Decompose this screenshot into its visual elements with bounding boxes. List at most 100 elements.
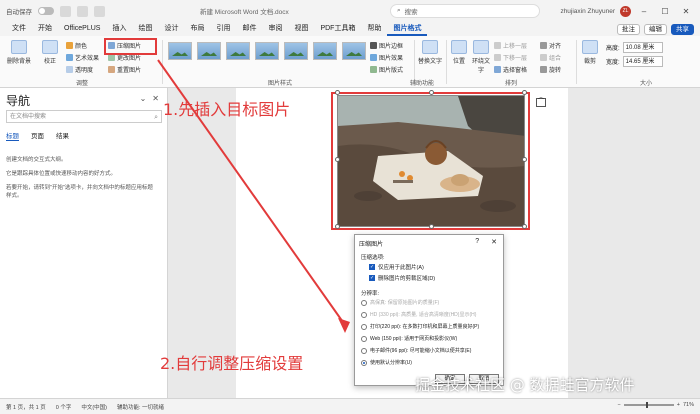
share-button[interactable]: 共享 [671,23,694,35]
resize-handle[interactable] [522,224,527,229]
height-field: 高度: 10.08 厘米 [606,42,663,53]
nav-help-text-1: 创建文档的交互式大纲。 [6,157,67,163]
nav-tab-headings[interactable]: 标题 [6,130,19,141]
help-icon[interactable]: ? [475,238,479,246]
tab-help[interactable]: 帮助 [361,22,387,36]
picnic-photo[interactable] [337,95,525,227]
edit-button[interactable]: 编辑 [644,23,667,35]
divider [576,40,577,84]
height-input[interactable]: 10.08 厘米 [622,42,663,53]
delete-cropped-areas-checkbox[interactable]: ✓ 删除图片的剪裁区域(D) [369,274,435,282]
rotate-button[interactable]: 旋转 [540,65,561,74]
tab-home[interactable]: 开始 [32,22,58,36]
radio-high-fidelity[interactable]: 高保真: 保留原始图片的质量(F) [361,299,439,306]
user-name[interactable]: zhujiaxin Zhuyuner [560,8,615,15]
redo-icon[interactable] [94,5,105,17]
close-icon[interactable]: ✕ [678,7,694,16]
undo-icon[interactable] [77,5,88,17]
language-status[interactable]: 中文(中国) [81,403,107,411]
transparency-button[interactable]: 透明度 [66,65,93,74]
tab-draw[interactable]: 绘图 [132,22,158,36]
annotation-arrows [157,59,350,333]
reset-picture-button[interactable]: 重置图片 [108,65,141,74]
radio-hd[interactable]: HD (330 ppi): 高质量, 适合高清晰度(HD)显示(H) [361,311,476,318]
minimize-icon[interactable]: – [636,7,652,16]
adjust-group-label: 调整 [76,81,89,87]
tab-picture-format[interactable]: 图片格式 [387,22,428,36]
accessibility-group-label: 辅助功能 [410,81,435,87]
artistic-effects-icon [66,54,73,61]
bring-forward-button[interactable]: 上移一层 [494,41,527,50]
tab-layout[interactable]: 布局 [184,22,210,36]
selection-pane-button[interactable]: 选择窗格 [494,65,527,74]
compress-pictures-dialog: 压缩图片 ? ✕ 压缩选项: ✓ 仅应用于此图片(A) ✓ 删除图片的剪裁区域(D)… [354,234,504,386]
width-field: 宽度: 14.65 厘米 [606,56,663,67]
search-icon: ⌕ [397,7,401,14]
nav-tab-results[interactable]: 结果 [56,130,69,141]
width-input[interactable]: 14.65 厘米 [622,56,663,67]
nav-tab-pages[interactable]: 页面 [31,130,44,141]
maximize-icon[interactable]: ☐ [657,7,673,16]
radio-email[interactable]: 电子邮件(96 ppi): 尽可能缩小文档以便共享(E) [361,347,471,354]
chevron-down-icon[interactable]: ⌄ [140,94,147,103]
apply-only-this-checkbox[interactable]: ✓ 仅应用于此图片(A) [369,263,424,271]
group-icon [540,54,547,61]
picture-effects-button[interactable]: 图片效果 [370,53,403,62]
avatar[interactable]: ZL [620,5,631,17]
alt-text-icon [422,40,438,54]
rotate-icon [540,66,547,73]
tab-officeplus[interactable]: OfficePLUS [58,22,106,36]
resize-handle[interactable] [522,90,527,95]
wrap-text-button[interactable]: 环绕文字 [471,40,491,74]
tab-mailings[interactable]: 邮件 [236,22,262,36]
tab-references[interactable]: 引用 [210,22,236,36]
crop-button[interactable]: 裁剪 [580,40,600,65]
artistic-effects-button[interactable]: 艺术效果 [66,53,99,62]
tab-design[interactable]: 设计 [158,22,184,36]
resize-handle[interactable] [429,224,434,229]
radio-web[interactable]: Web (150 ppi): 适用于网页和投影仪(W) [361,335,457,342]
search-input[interactable]: ⌕ 搜索 [390,4,540,18]
autosave-toggle[interactable] [38,7,54,15]
position-button[interactable]: 位置 [449,40,469,65]
transparency-icon [66,66,73,73]
radio-default-resolution[interactable]: 使用默认分辨率(U) [361,359,412,366]
tab-insert[interactable]: 插入 [106,22,132,36]
page-count[interactable]: 第 1 页，共 1 页 [6,403,46,411]
align-button[interactable]: 对齐 [540,41,561,50]
corrections-icon [42,40,58,54]
picture-border-button[interactable]: 图片边框 [370,41,403,50]
corrections-button[interactable]: 校正 [38,40,62,65]
resolution-label: 分辨率: [361,291,380,297]
radio-print[interactable]: 打印(220 ppi): 在多数打印机和屏幕上质量良好(P) [361,323,479,330]
color-button[interactable]: 颜色 [66,41,87,50]
zoom-out-icon[interactable]: − [618,402,621,408]
send-backward-button[interactable]: 下移一层 [494,53,527,62]
word-count[interactable]: 0 个字 [56,403,72,411]
group-button[interactable]: 组合 [540,53,561,62]
nav-title: 导航 [6,94,31,108]
tab-pdf-toolbox[interactable]: PDF工具箱 [314,22,361,36]
nav-search-input[interactable]: 在文档中搜索 ⌕ [6,110,162,123]
save-icon[interactable] [60,5,71,17]
resize-handle[interactable] [429,90,434,95]
divider [446,40,447,84]
comment-button[interactable]: 批注 [617,23,640,35]
picture-layout-button[interactable]: 图片版式 [370,65,403,74]
tab-file[interactable]: 文件 [6,22,32,36]
picture-border-icon [370,42,377,49]
tab-view[interactable]: 视图 [288,22,314,36]
crop-icon [582,40,598,54]
accessibility-status[interactable]: 辅助功能: 一切就绪 [117,403,164,411]
remove-background-button[interactable]: 删除背景 [6,40,32,65]
alt-text-button[interactable]: 替换文字 [418,40,442,65]
resize-handle[interactable] [522,157,527,162]
tab-review[interactable]: 审阅 [262,22,288,36]
layout-options-icon[interactable]: ⌒ [536,98,546,107]
zoom-slider[interactable] [623,402,674,408]
watermark: 掘金技术社区 @ 数据蛙官方软件 [415,376,635,394]
zoom-in-icon[interactable]: + [677,402,680,408]
align-icon [540,42,547,49]
zoom-level[interactable]: 71% [683,402,694,408]
close-icon[interactable]: ✕ [491,238,497,246]
